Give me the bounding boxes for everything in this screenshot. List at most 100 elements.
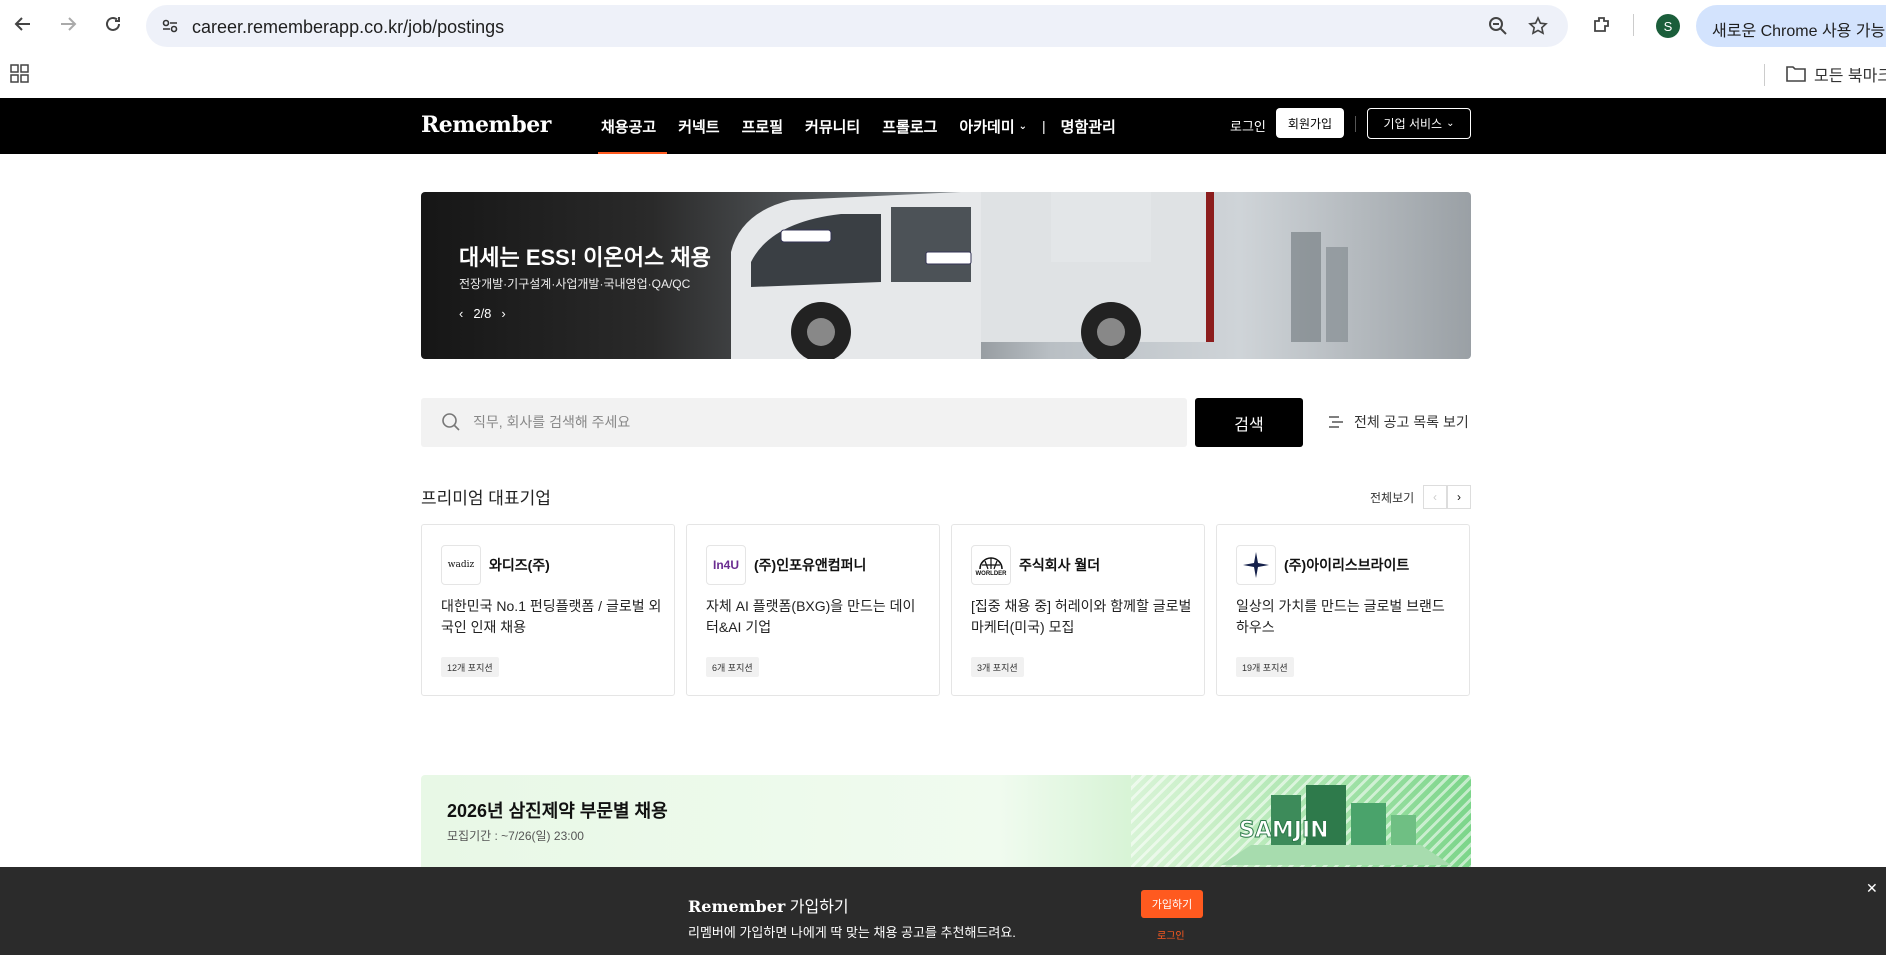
samjin-art-text: SAMJIN xyxy=(1239,818,1329,843)
position-count-badge: 19개 포지션 xyxy=(1236,657,1294,677)
profile-avatar[interactable]: S xyxy=(1656,14,1680,38)
nav-label: 커넥트 xyxy=(678,118,720,136)
star-sparkle-icon xyxy=(1243,552,1269,578)
search-button[interactable]: 검색 xyxy=(1195,398,1303,447)
chevron-left-icon[interactable]: ‹ xyxy=(459,306,463,321)
banner-subtitle: 전장개발·기구설계·사업개발·국내영업·QA/QC xyxy=(459,277,691,291)
search-box xyxy=(421,398,1187,447)
company-description: 일상의 가치를 만드는 글로벌 브랜드 하우스 xyxy=(1236,598,1445,635)
bookmarks-divider xyxy=(1764,64,1765,86)
position-count-badge: 6개 포지션 xyxy=(706,657,759,677)
company-name: 와디즈(주) xyxy=(489,557,550,573)
site-info-icon[interactable] xyxy=(160,16,180,36)
signup-bar-heading-text: 가입하기 xyxy=(785,899,849,916)
signup-button[interactable]: 회원가입 xyxy=(1276,108,1344,138)
chevron-down-icon: ⌄ xyxy=(1018,120,1028,132)
van-illustration xyxy=(731,192,1348,359)
nav-label: 프로필 xyxy=(741,118,784,136)
nav-connect[interactable]: 커넥트 xyxy=(667,98,730,154)
nav-profile[interactable]: 프로필 xyxy=(731,98,794,154)
business-service-label: 기업 서비스 xyxy=(1383,117,1443,131)
nav-label: 커뮤니티 xyxy=(805,118,861,136)
back-icon[interactable] xyxy=(9,10,37,38)
bookmarks-bar: 모든 북마크 xyxy=(0,56,1886,96)
site-header: Remember 채용공고 커넥트 프로필 커뮤니티 프롤로그 아카데미 ⌄ | … xyxy=(0,98,1886,154)
logo-text: In4U xyxy=(712,558,739,572)
company-description: [집중 채용 중] 허레이와 함께할 글로벌 마케터(미국) 모집 xyxy=(971,598,1192,635)
company-card-wadiz[interactable]: wadiz 와디즈(주) 대한민국 No.1 펀딩플랫폼 / 글로벌 외국인 인… xyxy=(421,524,675,696)
signup-bar-login-link[interactable]: 로그인 xyxy=(1157,927,1185,942)
company-card-irisbright[interactable]: (주)아이리스브라이트 일상의 가치를 만드는 글로벌 브랜드 하우스 19개 … xyxy=(1216,524,1470,696)
logo-text: WORLDER xyxy=(975,571,1007,577)
nav-divider: | xyxy=(1042,118,1046,134)
chrome-update-pill[interactable]: 새로운 Chrome 사용 가능 xyxy=(1696,5,1886,47)
company-logo: In4U xyxy=(706,545,746,585)
company-description: 자체 AI 플랫폼(BXG)을 만드는 데이터&AI 기업 xyxy=(706,598,916,635)
forward-icon[interactable] xyxy=(54,10,82,38)
nav-label: 프롤로그 xyxy=(882,118,938,136)
logo-text: wadiz xyxy=(447,560,475,570)
see-all-link[interactable]: 전체보기 xyxy=(1370,489,1414,506)
address-bar[interactable]: career.rememberapp.co.kr/job/postings xyxy=(146,5,1568,47)
samjin-period: 모집기간 : ~7/26(일) 23:00 xyxy=(447,829,584,843)
all-postings-label: 전체 공고 목록 보기 xyxy=(1354,414,1469,430)
position-count-badge: 12개 포지션 xyxy=(441,657,499,677)
nav-label: 아카데미 xyxy=(959,118,1015,136)
company-name: (주)아이리스브라이트 xyxy=(1284,557,1410,573)
banner-title: 대세는 ESS! 이온어스 채용 xyxy=(459,245,711,270)
main-nav: 채용공고 커넥트 프로필 커뮤니티 프롤로그 아카데미 ⌄ | 명함관리 xyxy=(590,98,1127,154)
company-card-worlder[interactable]: WORLDER 주식회사 월더 [집중 채용 중] 허레이와 함께할 글로벌 마… xyxy=(951,524,1205,696)
nav-label: 채용공고 xyxy=(601,118,657,136)
bookmark-star-icon[interactable] xyxy=(1528,16,1548,36)
nav-job-postings[interactable]: 채용공고 xyxy=(590,98,668,154)
company-logo: WORLDER xyxy=(971,545,1011,585)
all-bookmarks-folder[interactable]: 모든 북마크 xyxy=(1786,62,1886,86)
chevron-right-icon[interactable]: › xyxy=(501,306,505,321)
header-divider xyxy=(1355,116,1356,132)
nav-label: 명함관리 xyxy=(1060,118,1116,136)
company-logo: wadiz xyxy=(441,545,481,585)
folder-icon xyxy=(1786,66,1806,82)
zoom-icon[interactable] xyxy=(1488,16,1508,36)
premium-company-cards: wadiz 와디즈(주) 대한민국 No.1 펀딩플랫폼 / 글로벌 외국인 인… xyxy=(421,524,1472,696)
signup-bar-brand: Remember xyxy=(688,897,786,916)
signup-bar-description: 리멤버에 가입하면 나에게 딱 맞는 채용 공고를 추천해드려요. xyxy=(688,925,1016,940)
toolbar-divider xyxy=(1633,14,1634,36)
signup-bar-heading: Remember 가입하기 xyxy=(688,893,849,917)
banner-page-count: 2/8 xyxy=(473,306,492,321)
extensions-icon[interactable] xyxy=(1591,14,1613,36)
login-link[interactable]: 로그인 xyxy=(1230,116,1266,135)
reload-icon[interactable] xyxy=(99,10,127,38)
join-button[interactable]: 가입하기 xyxy=(1141,890,1203,918)
signup-prompt-bar: Remember 가입하기 리멤버에 가입하면 나에게 딱 맞는 채용 공고를 … xyxy=(0,867,1886,955)
nav-prologue[interactable]: 프롤로그 xyxy=(871,98,948,154)
prev-arrow-button[interactable]: ‹ xyxy=(1423,485,1447,509)
samjin-title: 2026년 삼진제약 부문별 채용 xyxy=(447,801,668,821)
chevron-down-icon: ⌄ xyxy=(1446,118,1455,129)
hero-banner[interactable]: 대세는 ESS! 이온어스 채용 전장개발·기구설계·사업개발·국내영업·QA/… xyxy=(421,192,1471,359)
remember-logo[interactable]: Remember xyxy=(421,112,551,138)
all-bookmarks-label: 모든 북마크 xyxy=(1814,68,1886,85)
browser-chrome: career.rememberapp.co.kr/job/postings S … xyxy=(0,0,1886,98)
company-name: (주)인포유앤컴퍼니 xyxy=(754,557,867,573)
company-description: 대한민국 No.1 펀딩플랫폼 / 글로벌 외국인 인재 채용 xyxy=(441,598,662,635)
company-name: 주식회사 월더 xyxy=(1019,557,1101,573)
globe-icon xyxy=(979,557,1003,570)
company-card-in4u[interactable]: In4U (주)인포유앤컴퍼니 자체 AI 플랫폼(BXG)을 만드는 데이터&… xyxy=(686,524,940,696)
apps-grid-icon[interactable] xyxy=(10,64,30,84)
close-icon[interactable]: ✕ xyxy=(1866,880,1878,897)
nav-card-management[interactable]: 명함관리 xyxy=(1050,98,1127,154)
nav-community[interactable]: 커뮤니티 xyxy=(794,98,871,154)
search-input[interactable] xyxy=(473,410,1173,434)
business-service-button[interactable]: 기업 서비스 ⌄ xyxy=(1367,108,1471,139)
list-icon xyxy=(1329,416,1343,428)
url-text[interactable]: career.rememberapp.co.kr/job/postings xyxy=(192,17,504,38)
premium-section-title: 프리미엄 대표기업 xyxy=(421,489,551,508)
banner-pager: ‹ 2/8 › xyxy=(459,306,506,321)
position-count-badge: 3개 포지션 xyxy=(971,657,1024,677)
company-logo xyxy=(1236,545,1276,585)
next-arrow-button[interactable]: › xyxy=(1447,485,1471,509)
all-postings-link[interactable]: 전체 공고 목록 보기 xyxy=(1328,412,1469,432)
search-icon xyxy=(441,412,461,432)
nav-academy[interactable]: 아카데미 ⌄ xyxy=(948,98,1038,154)
